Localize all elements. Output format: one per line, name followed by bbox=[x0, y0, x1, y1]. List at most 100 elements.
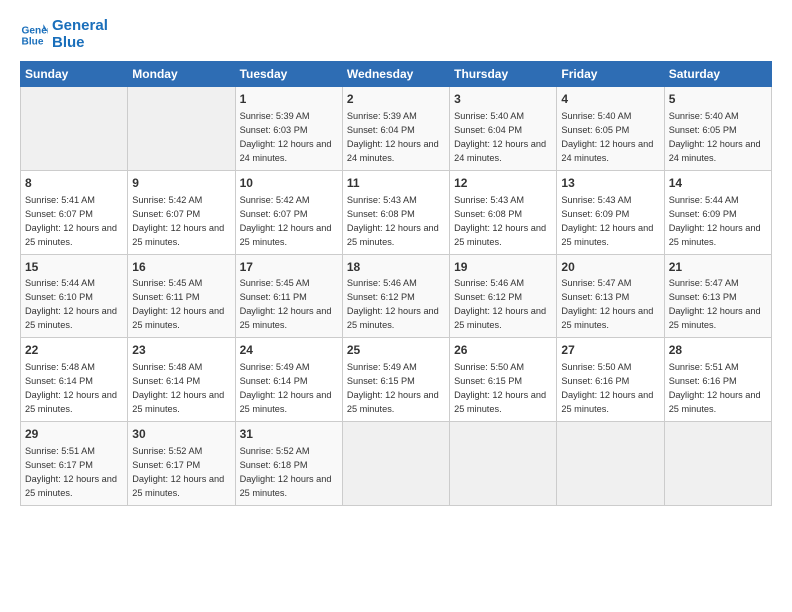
day-number: 24 bbox=[240, 342, 338, 359]
table-cell: 13 Sunrise: 5:43 AMSunset: 6:09 PMDayligh… bbox=[557, 170, 664, 254]
col-tuesday: Tuesday bbox=[235, 62, 342, 87]
logo-line2: Blue bbox=[52, 35, 108, 52]
day-number: 18 bbox=[347, 259, 445, 276]
logo-line1: General bbox=[52, 18, 108, 35]
day-info: Sunrise: 5:52 AMSunset: 6:18 PMDaylight:… bbox=[240, 446, 332, 498]
day-number: 14 bbox=[669, 175, 767, 192]
day-number: 16 bbox=[132, 259, 230, 276]
table-cell bbox=[342, 422, 449, 506]
table-cell: 28Sunrise: 5:51 AMSunset: 6:16 PMDayligh… bbox=[664, 338, 771, 422]
table-cell: 12 Sunrise: 5:43 AMSunset: 6:08 PMDayligh… bbox=[450, 170, 557, 254]
day-info: Sunrise: 5:47 AMSunset: 6:13 PMDaylight:… bbox=[561, 278, 653, 330]
col-sunday: Sunday bbox=[21, 62, 128, 87]
day-info: Sunrise: 5:45 AMSunset: 6:11 PMDaylight:… bbox=[240, 278, 332, 330]
table-cell: 27 Sunrise: 5:50 AMSunset: 6:16 PMDayligh… bbox=[557, 338, 664, 422]
day-number: 21 bbox=[669, 259, 767, 276]
table-cell bbox=[557, 422, 664, 506]
table-cell: 17 Sunrise: 5:45 AMSunset: 6:11 PMDayligh… bbox=[235, 254, 342, 338]
day-number: 2 bbox=[347, 91, 445, 108]
header: General Blue General Blue bbox=[20, 18, 772, 51]
table-cell: 29Sunrise: 5:51 AMSunset: 6:17 PMDayligh… bbox=[21, 422, 128, 506]
table-cell: 14 Sunrise: 5:44 AMSunset: 6:09 PMDayligh… bbox=[664, 170, 771, 254]
table-cell bbox=[128, 87, 235, 171]
table-cell: 21 Sunrise: 5:47 AMSunset: 6:13 PMDayligh… bbox=[664, 254, 771, 338]
svg-text:Blue: Blue bbox=[22, 36, 44, 47]
page: General Blue General Blue Sunday Monday bbox=[0, 0, 792, 516]
day-info: Sunrise: 5:50 AMSunset: 6:15 PMDaylight:… bbox=[454, 362, 546, 414]
table-cell: 31Sunrise: 5:52 AMSunset: 6:18 PMDayligh… bbox=[235, 422, 342, 506]
day-info: Sunrise: 5:48 AMSunset: 6:14 PMDaylight:… bbox=[25, 362, 117, 414]
day-number: 11 bbox=[347, 175, 445, 192]
calendar-week-row: 29Sunrise: 5:51 AMSunset: 6:17 PMDayligh… bbox=[21, 422, 772, 506]
calendar-week-row: 22 Sunrise: 5:48 AMSunset: 6:14 PMDayligh… bbox=[21, 338, 772, 422]
day-info: Sunrise: 5:41 AMSunset: 6:07 PMDaylight:… bbox=[25, 195, 117, 247]
logo-icon: General Blue bbox=[20, 21, 48, 49]
table-cell bbox=[664, 422, 771, 506]
day-number: 27 bbox=[561, 342, 659, 359]
day-number: 3 bbox=[454, 91, 552, 108]
table-cell: 3 Sunrise: 5:40 AMSunset: 6:04 PMDaylight… bbox=[450, 87, 557, 171]
table-cell bbox=[450, 422, 557, 506]
col-saturday: Saturday bbox=[664, 62, 771, 87]
logo: General Blue General Blue bbox=[20, 18, 108, 51]
day-number: 15 bbox=[25, 259, 123, 276]
col-monday: Monday bbox=[128, 62, 235, 87]
day-info: Sunrise: 5:39 AMSunset: 6:03 PMDaylight:… bbox=[240, 111, 332, 163]
day-info: Sunrise: 5:43 AMSunset: 6:08 PMDaylight:… bbox=[454, 195, 546, 247]
table-cell: 18 Sunrise: 5:46 AMSunset: 6:12 PMDayligh… bbox=[342, 254, 449, 338]
table-cell bbox=[21, 87, 128, 171]
table-cell: 8 Sunrise: 5:41 AMSunset: 6:07 PMDaylight… bbox=[21, 170, 128, 254]
col-wednesday: Wednesday bbox=[342, 62, 449, 87]
table-cell: 20 Sunrise: 5:47 AMSunset: 6:13 PMDayligh… bbox=[557, 254, 664, 338]
table-cell: 16Sunrise: 5:45 AMSunset: 6:11 PMDayligh… bbox=[128, 254, 235, 338]
day-info: Sunrise: 5:46 AMSunset: 6:12 PMDaylight:… bbox=[454, 278, 546, 330]
day-number: 13 bbox=[561, 175, 659, 192]
table-cell: 10 Sunrise: 5:42 AMSunset: 6:07 PMDayligh… bbox=[235, 170, 342, 254]
table-cell: 1 Sunrise: 5:39 AMSunset: 6:03 PMDaylight… bbox=[235, 87, 342, 171]
day-info: Sunrise: 5:39 AMSunset: 6:04 PMDaylight:… bbox=[347, 111, 439, 163]
day-number: 20 bbox=[561, 259, 659, 276]
calendar-table: Sunday Monday Tuesday Wednesday Thursday… bbox=[20, 61, 772, 506]
day-info: Sunrise: 5:49 AMSunset: 6:14 PMDaylight:… bbox=[240, 362, 332, 414]
day-number: 4 bbox=[561, 91, 659, 108]
day-number: 25 bbox=[347, 342, 445, 359]
day-info: Sunrise: 5:44 AMSunset: 6:09 PMDaylight:… bbox=[669, 195, 761, 247]
col-thursday: Thursday bbox=[450, 62, 557, 87]
day-number: 17 bbox=[240, 259, 338, 276]
day-number: 30 bbox=[132, 426, 230, 443]
day-number: 19 bbox=[454, 259, 552, 276]
calendar-header-row: Sunday Monday Tuesday Wednesday Thursday… bbox=[21, 62, 772, 87]
calendar-week-row: 15 Sunrise: 5:44 AMSunset: 6:10 PMDayligh… bbox=[21, 254, 772, 338]
day-number: 22 bbox=[25, 342, 123, 359]
day-info: Sunrise: 5:40 AMSunset: 6:05 PMDaylight:… bbox=[561, 111, 653, 163]
day-number: 26 bbox=[454, 342, 552, 359]
table-cell: 26 Sunrise: 5:50 AMSunset: 6:15 PMDayligh… bbox=[450, 338, 557, 422]
calendar-week-row: 8 Sunrise: 5:41 AMSunset: 6:07 PMDaylight… bbox=[21, 170, 772, 254]
day-info: Sunrise: 5:43 AMSunset: 6:08 PMDaylight:… bbox=[347, 195, 439, 247]
table-cell: 9Sunrise: 5:42 AMSunset: 6:07 PMDaylight… bbox=[128, 170, 235, 254]
day-number: 1 bbox=[240, 91, 338, 108]
day-info: Sunrise: 5:44 AMSunset: 6:10 PMDaylight:… bbox=[25, 278, 117, 330]
day-number: 5 bbox=[669, 91, 767, 108]
day-info: Sunrise: 5:42 AMSunset: 6:07 PMDaylight:… bbox=[240, 195, 332, 247]
day-number: 12 bbox=[454, 175, 552, 192]
table-cell: 5Sunrise: 5:40 AMSunset: 6:05 PMDaylight… bbox=[664, 87, 771, 171]
calendar-week-row: 1 Sunrise: 5:39 AMSunset: 6:03 PMDaylight… bbox=[21, 87, 772, 171]
day-number: 29 bbox=[25, 426, 123, 443]
table-cell: 22 Sunrise: 5:48 AMSunset: 6:14 PMDayligh… bbox=[21, 338, 128, 422]
table-cell: 24 Sunrise: 5:49 AMSunset: 6:14 PMDayligh… bbox=[235, 338, 342, 422]
day-info: Sunrise: 5:40 AMSunset: 6:04 PMDaylight:… bbox=[454, 111, 546, 163]
day-info: Sunrise: 5:43 AMSunset: 6:09 PMDaylight:… bbox=[561, 195, 653, 247]
day-info: Sunrise: 5:46 AMSunset: 6:12 PMDaylight:… bbox=[347, 278, 439, 330]
day-info: Sunrise: 5:48 AMSunset: 6:14 PMDaylight:… bbox=[132, 362, 224, 414]
day-number: 9 bbox=[132, 175, 230, 192]
day-info: Sunrise: 5:51 AMSunset: 6:16 PMDaylight:… bbox=[669, 362, 761, 414]
table-cell: 23Sunrise: 5:48 AMSunset: 6:14 PMDayligh… bbox=[128, 338, 235, 422]
day-number: 10 bbox=[240, 175, 338, 192]
day-info: Sunrise: 5:49 AMSunset: 6:15 PMDaylight:… bbox=[347, 362, 439, 414]
table-cell: 4 Sunrise: 5:40 AMSunset: 6:05 PMDaylight… bbox=[557, 87, 664, 171]
day-number: 8 bbox=[25, 175, 123, 192]
day-info: Sunrise: 5:50 AMSunset: 6:16 PMDaylight:… bbox=[561, 362, 653, 414]
col-friday: Friday bbox=[557, 62, 664, 87]
day-info: Sunrise: 5:47 AMSunset: 6:13 PMDaylight:… bbox=[669, 278, 761, 330]
